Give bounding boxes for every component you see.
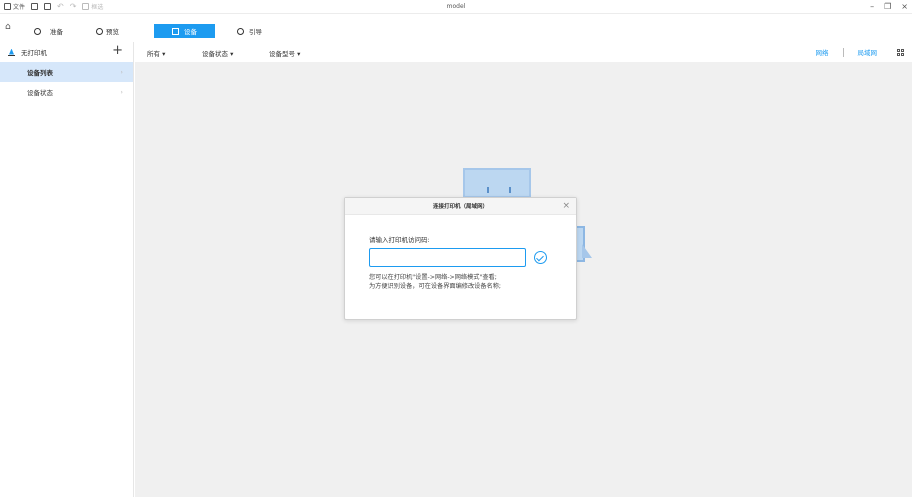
save-as-button[interactable] <box>44 3 52 10</box>
access-code-label: 请输入打印机访问码: <box>369 236 430 244</box>
access-code-input[interactable] <box>369 248 526 267</box>
dialog-header: 连接打印机（局域网） × <box>345 198 576 215</box>
printer-label: 无打印机 <box>21 49 47 57</box>
grid-view-icon[interactable] <box>897 48 904 56</box>
printer-screen-graphic <box>463 168 531 198</box>
title-bar: 文件 ↶ ↷ 框选 model – ❐ × <box>0 0 912 14</box>
preview-icon <box>96 27 103 35</box>
tab-device[interactable]: 设备 <box>154 24 215 38</box>
minimize-button[interactable]: – <box>870 2 874 11</box>
close-icon[interactable]: × <box>562 201 570 211</box>
tab-guide[interactable]: 引导 <box>237 24 262 38</box>
connect-printer-dialog: 连接打印机（局域网） × 请输入打印机访问码: 您可以在打印机"设置->网络->… <box>344 197 577 320</box>
frame-select-button[interactable]: 框选 <box>82 2 103 11</box>
sidebar: 无打印机 + 设备列表 › 设备状态 › <box>0 42 134 497</box>
device-icon <box>172 27 179 35</box>
hint-line-2: 为方便识别设备，可在设备界面编修改设备名称; <box>369 283 502 290</box>
undo-button[interactable]: ↶ <box>57 1 64 11</box>
printer-icon <box>8 49 15 56</box>
main-tab-bar: ⌂ 准备 预览 设备 引导 <box>0 22 912 38</box>
tab-prepare-label: 准备 <box>50 28 63 36</box>
tab-device-label: 设备 <box>184 28 197 36</box>
frame-icon <box>82 3 90 10</box>
confirm-check-icon[interactable] <box>534 251 547 264</box>
window-controls: – ❐ × <box>870 2 908 11</box>
network-link[interactable]: 网络 <box>816 47 829 57</box>
filter-model-dropdown[interactable]: 设备型号 ▾ <box>269 48 300 58</box>
divider <box>842 47 844 57</box>
filter-all-dropdown[interactable]: 所有 ▾ <box>147 48 165 58</box>
undo-icon: ↶ <box>57 1 64 11</box>
redo-button[interactable]: ↷ <box>69 1 77 11</box>
tab-preview-label: 预览 <box>106 28 119 36</box>
redo-icon: ↷ <box>69 1 77 11</box>
sidebar-item-label: 设备列表 <box>27 69 53 77</box>
chevron-right-icon: › <box>120 68 123 76</box>
tab-guide-label: 引导 <box>249 28 262 36</box>
tab-preview[interactable]: 预览 <box>96 24 119 38</box>
add-printer-button[interactable]: + <box>112 44 123 58</box>
home-icon[interactable]: ⌂ <box>5 22 11 32</box>
sidebar-item-label: 设备状态 <box>27 89 53 97</box>
window-title: model <box>446 3 466 10</box>
prepare-icon <box>34 27 41 35</box>
file-menu-label: 文件 <box>13 4 26 11</box>
save-as-icon <box>44 3 52 10</box>
restore-button[interactable]: ❐ <box>884 2 891 11</box>
guide-icon <box>237 27 244 35</box>
save-icon <box>31 3 39 10</box>
file-menu[interactable]: 文件 <box>4 2 25 11</box>
dialog-title: 连接打印机（局域网） <box>432 204 488 210</box>
network-links: 网络 局域网 <box>816 42 912 62</box>
lan-link[interactable]: 局域网 <box>858 47 878 57</box>
sidebar-item-device-list[interactable]: 设备列表 › <box>0 62 133 82</box>
file-icon <box>4 3 11 10</box>
chevron-right-icon: › <box>120 88 123 96</box>
filter-status-dropdown[interactable]: 设备状态 ▾ <box>202 48 233 58</box>
sidebar-item-device-status[interactable]: 设备状态 › <box>0 82 133 102</box>
close-window-button[interactable]: × <box>901 2 908 11</box>
printer-base-graphic <box>582 244 592 258</box>
filter-bar: 所有 ▾ 设备状态 ▾ 设备型号 ▾ 网络 局域网 <box>135 42 912 62</box>
hint-line-1: 您可以在打印机"设置->网络->网络模式"查看; <box>369 274 497 281</box>
save-button[interactable] <box>31 3 39 10</box>
tab-prepare[interactable]: 准备 <box>34 24 63 38</box>
frame-select-label: 框选 <box>91 4 104 11</box>
printer-selector[interactable]: 无打印机 + <box>0 42 133 62</box>
quick-toolbar: 文件 ↶ ↷ 框选 <box>0 2 103 11</box>
